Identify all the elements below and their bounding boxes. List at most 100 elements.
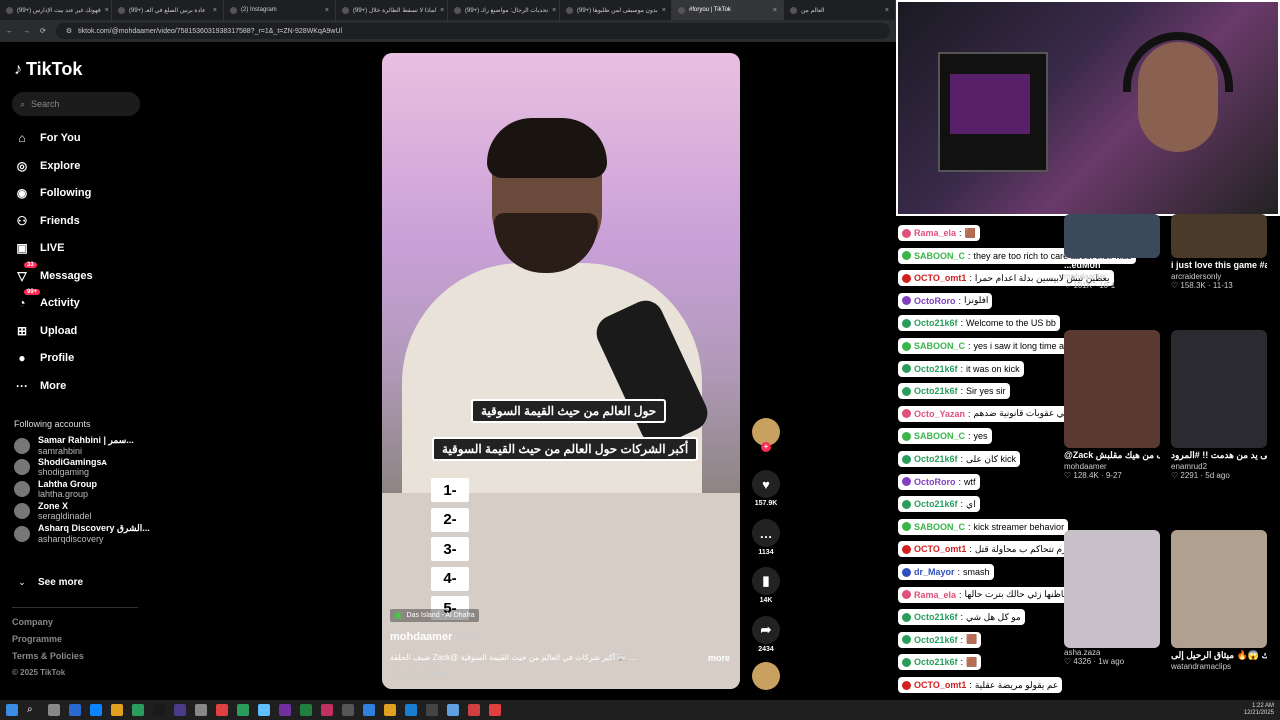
url-text: tiktok.com/@mohdaamer/video/758153603193… <box>78 27 343 35</box>
tiktok-logo[interactable]: ♪ TikTok <box>14 59 82 80</box>
sidebar-item-friends[interactable]: ⚇ Friends <box>14 213 80 229</box>
sound-avatar-button[interactable] <box>748 662 784 690</box>
reload-icon[interactable]: ⟳ <box>40 27 46 35</box>
video-thumbnail[interactable] <box>1171 330 1267 448</box>
footer-link[interactable]: Terms & Policies <box>12 651 84 661</box>
taskbar-app-icon[interactable] <box>447 704 459 716</box>
taskbar-app-icon[interactable] <box>90 704 102 716</box>
video-card[interactable]: @Zack ضيف الحلقة ...حف من هيك مقلبش mohda… <box>1064 330 1160 480</box>
browser-tab[interactable]: #foryou | TikTok × <box>672 0 784 20</box>
taskbar-app-icon[interactable] <box>111 704 123 716</box>
close-icon[interactable]: × <box>773 7 777 14</box>
profile-icon: ● <box>18 351 26 365</box>
taskbar-app-icon[interactable] <box>132 704 144 716</box>
video-card-user[interactable]: watandramaclips <box>1171 662 1267 671</box>
browser-tab[interactable]: (99+) قهوتك غير عند بيت الإدارس × <box>0 0 112 20</box>
sidebar-item-for-you[interactable]: ⌂ For You <box>14 130 80 146</box>
video-card[interactable]: i just love this game #arcraider... arcra… <box>1171 214 1267 290</box>
video-card-stats: ♡ 128.4K · 9-27 <box>1064 471 1122 480</box>
video-thumbnail[interactable] <box>1171 214 1267 258</box>
video-card-user[interactable]: enamrud2 <box>1171 462 1267 471</box>
taskbar-app-icon[interactable] <box>426 704 438 716</box>
taskbar-app-icon[interactable] <box>300 704 312 716</box>
search-icon[interactable]: ⌕ <box>27 704 39 716</box>
following-account[interactable]: Samar Rahbini | سمر... samrahbini <box>14 435 134 456</box>
sidebar-item-live[interactable]: ▣ LIVE <box>14 240 64 256</box>
taskbar-app-icon[interactable] <box>237 704 249 716</box>
sidebar-item-following[interactable]: ◉ Following <box>14 185 92 201</box>
site-info-icon[interactable]: ⚙ <box>66 27 72 35</box>
taskbar-app-icon[interactable] <box>279 704 291 716</box>
location-tag[interactable]: ▣ Das Island - Al Dhafra <box>390 609 479 622</box>
video-thumbnail[interactable] <box>1064 330 1160 448</box>
taskbar-app-icon[interactable] <box>174 704 186 716</box>
video-thumbnail[interactable] <box>1171 530 1267 648</box>
close-icon[interactable]: × <box>440 7 444 14</box>
taskbar-app-icon[interactable] <box>69 704 81 716</box>
browser-tab[interactable]: (99+) عادة برنين الصلع في العـ × <box>112 0 224 20</box>
address-bar[interactable]: ⚙ tiktok.com/@mohdaamer/video/7581536031… <box>55 23 890 39</box>
taskbar-app-icon[interactable] <box>405 704 417 716</box>
video-card[interactable]: asha.zaza ♡ 4326 · 1w ago <box>1064 530 1160 666</box>
close-icon[interactable]: × <box>213 7 217 14</box>
taskbar-app-icon[interactable] <box>363 704 375 716</box>
taskbar-app-icon[interactable] <box>468 704 480 716</box>
video-thumbnail[interactable] <box>1064 214 1160 258</box>
video-card-user[interactable]: asha.zaza <box>1064 648 1160 657</box>
sidebar-item-profile[interactable]: ● Profile <box>14 350 74 366</box>
taskbar-app-icon[interactable] <box>153 704 165 716</box>
comment-button[interactable]: … 1134 <box>748 519 784 556</box>
sidebar-item-messages[interactable]: ▽ 33 Messages <box>14 261 93 284</box>
video-card-user[interactable]: arcraidersonly <box>1171 272 1267 281</box>
close-icon[interactable]: × <box>885 7 889 14</box>
taskbar-app-icon[interactable] <box>258 704 270 716</box>
follow-plus-icon[interactable]: + <box>761 442 771 452</box>
browser-tab[interactable]: (99+) لماذا لا تسقط الطائرة خلال × <box>336 0 448 20</box>
video-player[interactable]: حول العالم من حيث القيمة السوقية أكبر ال… <box>382 53 740 689</box>
taskbar-app-icon[interactable] <box>48 704 60 716</box>
following-account[interactable]: Asharq Discovery الشرق... asharqdiscovery <box>14 523 150 544</box>
video-card[interactable]: ...edMon mohdaamer ♡ 101K · 10-1 <box>1064 214 1160 290</box>
sidebar-item-more[interactable]: ··· More <box>14 378 66 394</box>
close-icon[interactable]: × <box>105 7 109 14</box>
taskbar-app-icon[interactable] <box>489 704 501 716</box>
browser-tab[interactable]: (99+) تحديات الرجال: مواضيع رائـ × <box>448 0 560 20</box>
video-card-user[interactable]: mohdaamer <box>1064 272 1160 281</box>
taskbar-app-icon[interactable] <box>321 704 333 716</box>
close-icon[interactable]: × <box>662 7 666 14</box>
system-clock[interactable]: 1:22 AM 12/21/2025 <box>1244 703 1274 717</box>
search-input[interactable]: ⌕ Search <box>12 92 140 116</box>
windows-start-icon[interactable] <box>6 704 18 716</box>
following-account[interactable]: Lahtha Group lahtha.group <box>14 479 97 499</box>
following-account[interactable]: Zone Xseragldinadel <box>14 501 92 521</box>
share-button[interactable]: ➦ 2434 <box>748 616 784 653</box>
forward-icon[interactable]: → <box>23 28 30 35</box>
video-card[interactable]: كم مرة هدمت الكعبة؟ وعلى يد من هدمت !! #… <box>1171 330 1267 480</box>
back-icon[interactable]: ← <box>6 28 13 35</box>
save-button[interactable]: ▮ 14K <box>748 567 784 604</box>
browser-tab[interactable]: العالم من × <box>784 0 896 20</box>
see-translation-link[interactable]: See translation <box>390 668 450 678</box>
author-avatar-button[interactable]: + <box>748 418 784 452</box>
video-card[interactable]: لك ما بتخاف على عرضك 😱🔥 ميثاق الرحيل إلى… <box>1171 530 1267 671</box>
like-button[interactable]: ♥ 157.9K <box>748 470 784 507</box>
taskbar-app-icon[interactable] <box>195 704 207 716</box>
browser-tab[interactable]: (99+) بدون موسيقى لمن طلبوها × <box>560 0 672 20</box>
sidebar-item-upload[interactable]: ⊞ Upload <box>14 323 77 339</box>
more-link[interactable]: more <box>708 653 730 663</box>
close-icon[interactable]: × <box>325 7 329 14</box>
taskbar-app-icon[interactable] <box>216 704 228 716</box>
following-account[interactable]: ShodiGamingsᴀ shodigaming <box>14 457 107 477</box>
sidebar-item-explore[interactable]: ◎ Explore <box>14 158 81 174</box>
video-thumbnail[interactable] <box>1064 530 1160 648</box>
see-more-link[interactable]: ⌄ See more <box>14 577 83 588</box>
close-icon[interactable]: × <box>552 7 556 14</box>
taskbar-app-icon[interactable] <box>384 704 396 716</box>
video-card-user[interactable]: mohdaamer <box>1064 462 1160 471</box>
video-author[interactable]: mohdaamer <box>390 631 452 643</box>
sidebar-item-activity[interactable]: ◔ 99+ Activity <box>14 289 80 311</box>
browser-tab[interactable]: (2) Instagram × <box>224 0 336 20</box>
taskbar-app-icon[interactable] <box>342 704 354 716</box>
footer-link[interactable]: Company <box>12 617 53 627</box>
footer-link[interactable]: Programme <box>12 634 62 644</box>
